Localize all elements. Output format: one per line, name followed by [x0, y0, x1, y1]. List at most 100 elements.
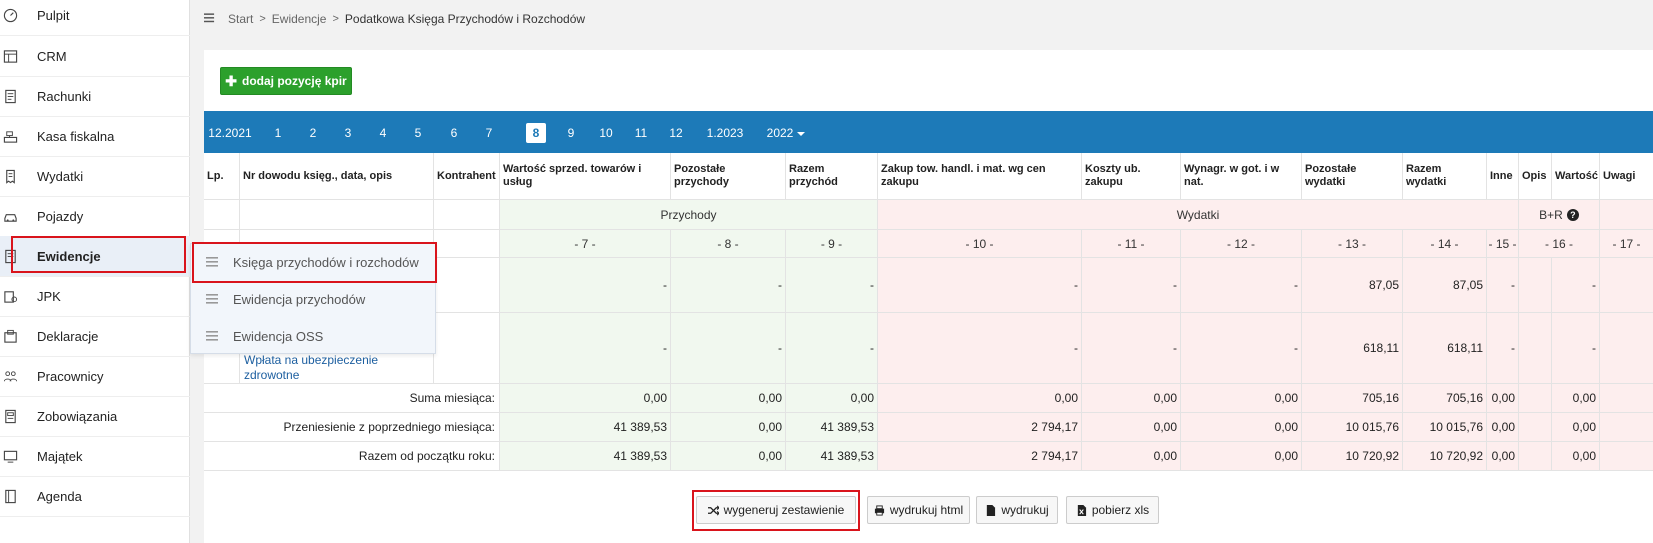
- colnum-16: - 16 -: [1519, 230, 1600, 258]
- print-html-button[interactable]: wydrukuj html: [867, 496, 970, 524]
- submenu-item-kpir[interactable]: Księga przychodów i rozchodów: [191, 244, 435, 280]
- summary-carry-col12: 0,00: [1181, 413, 1302, 442]
- sidebar-item-label: Zobowiązania: [37, 408, 118, 424]
- shuffle-icon: [707, 505, 719, 515]
- sidebar-item-ewidencje[interactable]: Ewidencje: [0, 236, 190, 277]
- jpk-file-icon: [2, 288, 18, 304]
- sidebar-item-jpk[interactable]: JPK: [0, 276, 190, 317]
- summary-carry-uwagi: [1600, 413, 1653, 442]
- sidebar-item-zobowiazania[interactable]: Zobowiązania: [0, 396, 190, 437]
- summary-ytd-col9: 41 389,53: [786, 442, 878, 471]
- sidebar-item-label: Majątek: [37, 448, 83, 464]
- submenu-item-przychody[interactable]: Ewidencja przychodów: [191, 281, 435, 317]
- sidebar-item-rachunki[interactable]: Rachunki: [0, 76, 190, 117]
- row1-col8: -: [671, 258, 786, 313]
- month-12-2021[interactable]: 12.2021: [206, 123, 254, 143]
- summary-carry-opis: [1519, 413, 1552, 442]
- summary-month-col10: 0,00: [878, 384, 1082, 413]
- submenu-item-label: Księga przychodów i rozchodów: [233, 254, 419, 270]
- header-col7: Wartość sprzed. towarów i usług: [500, 153, 671, 200]
- row1-kontrahent: [434, 258, 500, 313]
- sidebar-item-pracownicy[interactable]: Pracownicy: [0, 356, 190, 397]
- print-button[interactable]: wydrukuj: [976, 496, 1058, 524]
- sidebar-item-deklaracje[interactable]: Deklaracje: [0, 316, 190, 357]
- download-xls-button[interactable]: pobierz xls: [1066, 496, 1159, 524]
- row1-col16: -: [1552, 258, 1600, 313]
- month-1[interactable]: 1: [268, 123, 288, 143]
- sidebar-item-crm[interactable]: CRM: [0, 36, 190, 77]
- colnum-7: - 7 -: [500, 230, 671, 258]
- row2-col11: -: [1082, 313, 1181, 384]
- month-7[interactable]: 7: [479, 123, 499, 143]
- sidebar-item-kasa[interactable]: Kasa fiskalna: [0, 116, 190, 157]
- header-col14: Razem wydatki: [1403, 153, 1487, 200]
- summary-carry-col8: 0,00: [671, 413, 786, 442]
- sidebar-item-pulpit[interactable]: Pulpit: [0, 0, 190, 36]
- sidebar-item-label: Pojazdy: [37, 208, 84, 224]
- hamburger-icon[interactable]: [204, 12, 216, 26]
- row2-description-link[interactable]: Wpłata na ubezpieczenie zdrowotne: [244, 353, 414, 383]
- summary-month-col13: 705,16: [1302, 384, 1403, 413]
- summary-ytd-col13: 10 720,92: [1302, 442, 1403, 471]
- month-11[interactable]: 11: [629, 123, 653, 143]
- summary-ytd-opis: [1519, 442, 1552, 471]
- summary-ytd-col8: 0,00: [671, 442, 786, 471]
- month-5[interactable]: 5: [408, 123, 428, 143]
- caret-down-icon: [797, 131, 806, 136]
- colnum-8: - 8 -: [671, 230, 786, 258]
- add-kpir-button[interactable]: ✚ dodaj pozycję kpir: [220, 67, 352, 95]
- header-col13: Pozostałe wydatki: [1302, 153, 1403, 200]
- group-cell-kontrahent: [434, 200, 500, 230]
- year-select[interactable]: 2022: [761, 123, 811, 143]
- breadcrumb-start[interactable]: Start: [228, 12, 253, 26]
- colnum-10: - 10 -: [878, 230, 1082, 258]
- summary-carry-col15: 0,00: [1487, 413, 1519, 442]
- header-col9: Razem przychód: [786, 153, 878, 200]
- row1-col11: -: [1082, 258, 1181, 313]
- month-2[interactable]: 2: [303, 123, 323, 143]
- header-col10: Zakup tow. handl. i mat. wg cen zakupu: [878, 153, 1082, 200]
- question-circle-icon[interactable]: ?: [1566, 208, 1579, 221]
- breadcrumb-ewidencje[interactable]: Ewidencje: [272, 12, 327, 26]
- colnum-11: - 11 -: [1082, 230, 1181, 258]
- month-3[interactable]: 3: [338, 123, 358, 143]
- generate-report-button[interactable]: wygeneruj zestawienie: [696, 496, 856, 524]
- sidebar-item-label: Pracownicy: [37, 368, 104, 384]
- submenu-item-oss[interactable]: Ewidencja OSS: [191, 318, 435, 354]
- row1-col13: 87,05: [1302, 258, 1403, 313]
- summary-carry-col9: 41 389,53: [786, 413, 878, 442]
- plus-icon: ✚: [225, 72, 238, 89]
- group-wydatki: Wydatki: [878, 200, 1519, 230]
- submenu-item-label: Ewidencja OSS: [233, 328, 324, 344]
- month-12[interactable]: 12: [664, 123, 688, 143]
- summary-ytd-col12: 0,00: [1181, 442, 1302, 471]
- colnum-cell-kontrahent: [434, 230, 500, 258]
- sidebar-item-pojazdy[interactable]: Pojazdy: [0, 196, 190, 237]
- colnum-17: - 17 -: [1600, 230, 1653, 258]
- month-10[interactable]: 10: [594, 123, 618, 143]
- sidebar-item-agenda[interactable]: Agenda: [0, 476, 190, 517]
- row2-kontrahent: [434, 313, 500, 384]
- group-cell-lp: [204, 200, 240, 230]
- row2-col16: -: [1552, 313, 1600, 384]
- group-br: B+R?: [1519, 200, 1600, 230]
- breadcrumb: Start > Ewidencje > Podatkowa Księga Prz…: [204, 12, 585, 26]
- summary-ytd-col14: 10 720,92: [1403, 442, 1487, 471]
- year-select-value: 2022: [766, 126, 794, 140]
- month-6[interactable]: 6: [444, 123, 464, 143]
- summary-month-label: Suma miesiąca:: [204, 384, 500, 413]
- receipt-icon: [2, 88, 18, 104]
- row1-col12: -: [1181, 258, 1302, 313]
- obligations-icon: [2, 408, 18, 424]
- month-1-2023[interactable]: 1.2023: [703, 123, 747, 143]
- month-4[interactable]: 4: [373, 123, 393, 143]
- printer-icon: [874, 504, 884, 516]
- sidebar-item-label: Pulpit: [37, 7, 70, 23]
- summary-ytd-col10: 2 794,17: [878, 442, 1082, 471]
- colnum-12: - 12 -: [1181, 230, 1302, 258]
- sidebar-item-wydatki[interactable]: Wydatki: [0, 156, 190, 197]
- month-9[interactable]: 9: [561, 123, 581, 143]
- month-8[interactable]: 8: [526, 123, 546, 143]
- sidebar-item-majatek[interactable]: Majątek: [0, 436, 190, 477]
- summary-ytd-label: Razem od początku roku:: [204, 442, 500, 471]
